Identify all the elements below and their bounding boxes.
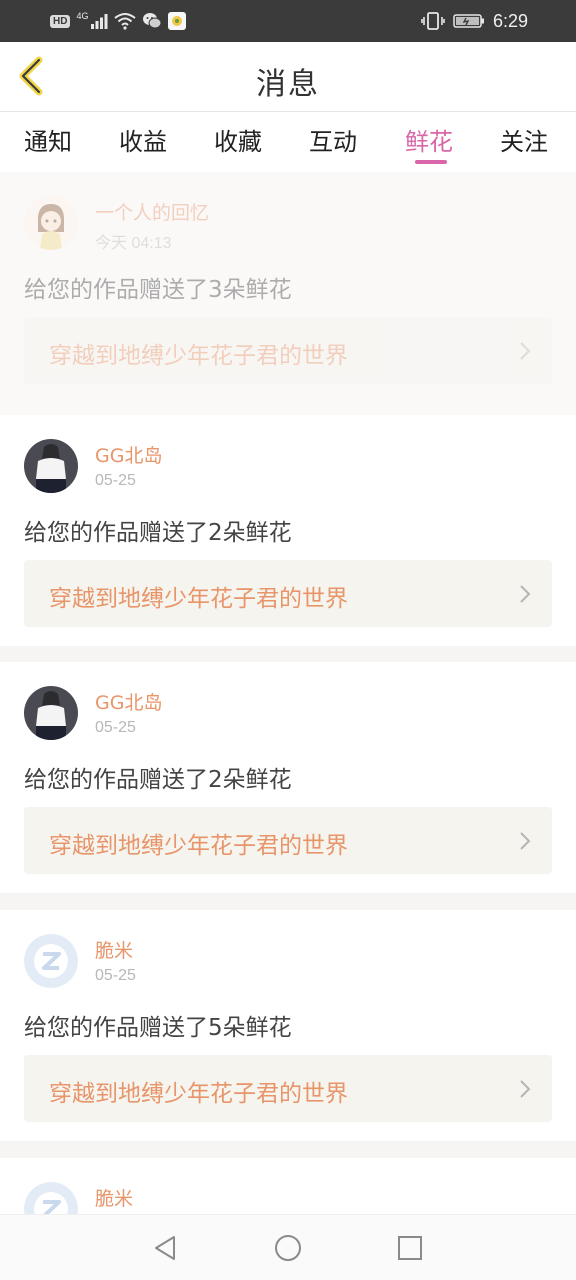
message-time: 05-25: [95, 472, 136, 489]
wechat-icon: [143, 13, 162, 29]
message-time: 05-25: [95, 719, 136, 736]
user-avatar[interactable]: [24, 1182, 78, 1214]
message-time: 今天 04:13: [95, 235, 172, 252]
home-circle-icon[interactable]: [273, 1233, 303, 1263]
user-avatar[interactable]: [24, 439, 78, 493]
tab-notifications[interactable]: 通知: [24, 122, 72, 157]
tab-earnings[interactable]: 收益: [119, 122, 167, 157]
work-link[interactable]: 穿越到地缚少年花子君的世界: [24, 560, 552, 627]
gift-message: 给您的作品赠送了2朵鲜花: [24, 767, 292, 793]
username[interactable]: GG北岛: [95, 688, 162, 715]
tab-flowers[interactable]: 鲜花: [405, 122, 453, 157]
vibrate-icon: [421, 12, 445, 30]
message-card: GG北岛 05-25 给您的作品赠送了2朵鲜花 穿越到地缚少年花子君的世界: [0, 415, 576, 646]
clock: 6:29: [492, 10, 528, 31]
chevron-right-icon: [520, 1080, 531, 1098]
network-type: 4G: [76, 11, 89, 21]
system-nav-bar: [0, 1214, 576, 1280]
work-title: 穿越到地缚少年花子君的世界: [49, 586, 348, 612]
username[interactable]: 一个人的回忆: [95, 198, 209, 225]
tab-favorites[interactable]: 收藏: [214, 122, 262, 157]
tab-follows[interactable]: 关注: [500, 122, 548, 157]
tab-bar: 通知 收益 收藏 互动 鲜花 关注: [0, 112, 576, 172]
tab-interactions[interactable]: 互动: [309, 122, 357, 157]
work-title: 穿越到地缚少年花子君的世界: [49, 343, 348, 369]
user-avatar[interactable]: [24, 686, 78, 740]
status-right: 6:29: [421, 10, 528, 32]
active-tab-indicator: [415, 160, 447, 164]
back-triangle-icon[interactable]: [150, 1233, 180, 1263]
hd-badge: HD: [50, 14, 71, 28]
wifi-icon: [114, 13, 137, 30]
recent-square-icon[interactable]: [395, 1233, 425, 1263]
message-card: 一个人的回忆 今天 04:13 给您的作品赠送了3朵鲜花 穿越到地缚少年花子君的…: [0, 172, 576, 415]
message-time: 05-25: [95, 967, 136, 984]
gift-message: 给您的作品赠送了5朵鲜花: [24, 1015, 292, 1041]
chevron-right-icon: [520, 585, 531, 603]
signal-icon: [91, 14, 108, 29]
message-card: GG北岛 05-25 给您的作品赠送了2朵鲜花 穿越到地缚少年花子君的世界: [0, 662, 576, 893]
status-left: HD 4G: [50, 11, 187, 31]
user-avatar[interactable]: [24, 934, 78, 988]
username[interactable]: 脆米: [95, 936, 133, 963]
chevron-right-icon: [520, 342, 531, 360]
work-title: 穿越到地缚少年花子君的世界: [49, 1081, 348, 1107]
work-link[interactable]: 穿越到地缚少年花子君的世界: [24, 807, 552, 874]
username[interactable]: GG北岛: [95, 441, 162, 468]
gift-message: 给您的作品赠送了3朵鲜花: [24, 277, 292, 303]
user-avatar[interactable]: [24, 196, 78, 250]
top-app-bar: 消息: [0, 42, 576, 112]
status-bar: HD 4G 6:29: [0, 0, 576, 42]
battery-icon: [453, 14, 484, 28]
page-title: 消息: [256, 67, 320, 102]
message-card: 脆米 05-25 给您的作品赠送了5朵鲜花 穿越到地缚少年花子君的世界: [0, 910, 576, 1141]
gift-message: 给您的作品赠送了2朵鲜花: [24, 520, 292, 546]
chevron-right-icon: [520, 832, 531, 850]
work-link[interactable]: 穿越到地缚少年花子君的世界: [24, 317, 552, 384]
username[interactable]: 脆米: [95, 1184, 133, 1211]
work-link[interactable]: 穿越到地缚少年花子君的世界: [24, 1055, 552, 1122]
message-card: 脆米: [0, 1158, 576, 1214]
work-title: 穿越到地缚少年花子君的世界: [49, 833, 348, 859]
app-notification-icon: [168, 12, 187, 30]
